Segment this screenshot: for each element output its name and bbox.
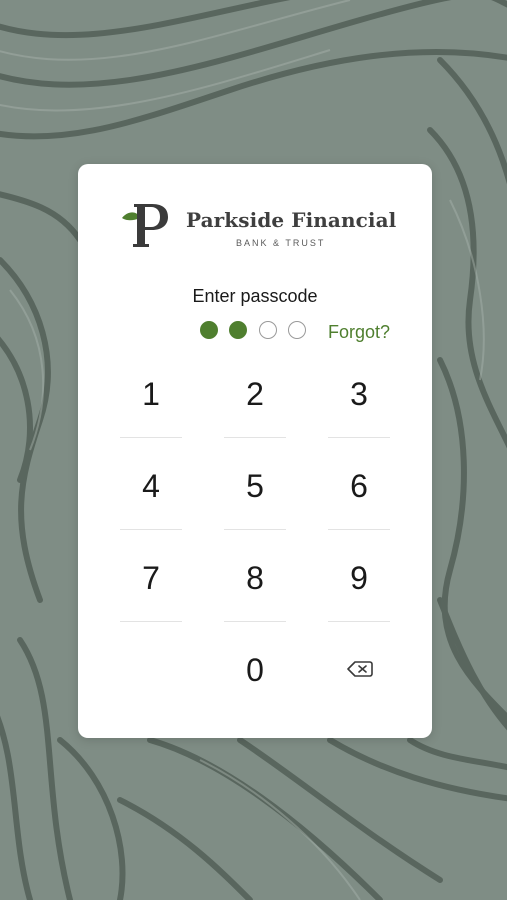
key-divider xyxy=(224,529,286,530)
key-label: 8 xyxy=(246,560,264,596)
key-label: 7 xyxy=(142,560,160,596)
key-divider xyxy=(120,529,182,530)
key-label: 0 xyxy=(246,652,264,688)
backspace-icon xyxy=(347,661,373,677)
key-6[interactable]: 6 xyxy=(328,458,390,530)
key-5[interactable]: 5 xyxy=(224,458,286,530)
key-label: 3 xyxy=(350,376,368,412)
key-label: 6 xyxy=(350,468,368,504)
backspace-button[interactable] xyxy=(347,660,373,678)
passcode-card: Parkside Financial BANK & TRUST Enter pa… xyxy=(78,164,432,738)
key-2[interactable]: 2 xyxy=(224,366,286,438)
logo-p-leaf-icon xyxy=(122,204,168,247)
passcode-dot-empty xyxy=(259,321,277,339)
passcode-title: Enter passcode xyxy=(192,286,318,306)
key-7[interactable]: 7 xyxy=(120,550,182,622)
brand-subtitle: BANK & TRUST xyxy=(236,238,326,248)
brand-name: Parkside Financial xyxy=(186,208,397,232)
key-label: 5 xyxy=(246,468,264,504)
passcode-dot-filled xyxy=(229,321,247,339)
key-divider xyxy=(328,621,390,622)
key-3[interactable]: 3 xyxy=(328,366,390,438)
key-divider xyxy=(120,621,182,622)
key-1[interactable]: 1 xyxy=(120,366,182,438)
key-label: 2 xyxy=(246,376,264,412)
key-divider xyxy=(328,529,390,530)
key-label: 4 xyxy=(142,468,160,504)
forgot-link[interactable]: Forgot? xyxy=(328,322,390,343)
key-9[interactable]: 9 xyxy=(328,550,390,622)
key-divider xyxy=(120,437,182,438)
key-4[interactable]: 4 xyxy=(120,458,182,530)
key-label: 1 xyxy=(142,376,160,412)
passcode-dot-filled xyxy=(200,321,218,339)
key-divider xyxy=(328,437,390,438)
key-0[interactable]: 0 xyxy=(224,642,286,714)
key-divider xyxy=(224,621,286,622)
passcode-dot-empty xyxy=(288,321,306,339)
brand-logo: Parkside Financial BANK & TRUST xyxy=(120,200,396,252)
key-divider xyxy=(224,437,286,438)
key-8[interactable]: 8 xyxy=(224,550,286,622)
key-label: 9 xyxy=(350,560,368,596)
